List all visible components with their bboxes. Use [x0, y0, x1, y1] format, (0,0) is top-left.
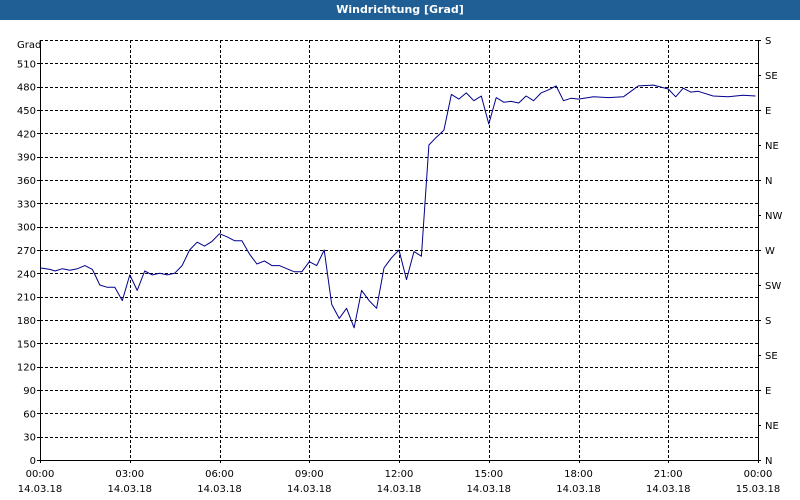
x-tick-date: 15.03.18	[736, 484, 781, 495]
y2-tick-label: E	[765, 386, 771, 397]
y-tick-label: 300	[17, 223, 36, 234]
y-tick-label: 120	[17, 363, 36, 374]
y-tick-label: 30	[23, 433, 36, 444]
y2-tick-label: N	[765, 176, 772, 187]
y2-tick-label: E	[765, 106, 771, 117]
y-tick-label: 480	[17, 83, 36, 94]
x-tick-time: 00:00	[26, 469, 55, 480]
x-tick-date: 14.03.18	[197, 484, 242, 495]
y2-tick-label: S	[765, 316, 771, 327]
y2-tick-label: SW	[765, 281, 781, 292]
y2-tick-label: NE	[765, 421, 779, 432]
y-tick-label: 330	[17, 199, 36, 210]
chart-window: Windrichtung [Grad] Grad 0 30 60 90 120 150 18…	[0, 0, 800, 500]
series	[39, 84, 756, 329]
y-tick-label: 0	[30, 456, 36, 467]
x-tick-time: 18:00	[564, 469, 593, 480]
y-tick-label: 360	[17, 176, 36, 187]
chart-title: Windrichtung [Grad]	[0, 0, 800, 20]
x-tick-date: 14.03.18	[646, 484, 691, 495]
y2-tick-label: NW	[765, 211, 782, 222]
series-line	[39, 84, 756, 329]
y2-tick-label: SE	[765, 351, 778, 362]
x-tick-time: 03:00	[115, 469, 144, 480]
y-axis-label: Grad	[17, 40, 41, 51]
y2-tick-label: W	[765, 246, 775, 257]
y2-tick-label: N	[765, 456, 772, 467]
y2-tick-label: NE	[765, 141, 779, 152]
x-tick-time: 12:00	[385, 469, 414, 480]
y-tick-label: 210	[17, 293, 36, 304]
x-tick-time: 15:00	[474, 469, 503, 480]
x-tick-date: 14.03.18	[466, 484, 511, 495]
x-tick-time: 00:00	[744, 469, 773, 480]
y-tick-labels: 0 30 60 90 120 150 180 210 240 270 300 330 360 390 420…	[17, 59, 36, 467]
y2-tick-label: SE	[765, 71, 778, 82]
y-tick-label: 270	[17, 246, 36, 257]
x-tick-date: 14.03.18	[287, 484, 332, 495]
x-tick-time: 09:00	[295, 469, 324, 480]
y-tick-label: 420	[17, 129, 36, 140]
x-tick-date: 14.03.18	[107, 484, 152, 495]
y-tick-label: 390	[17, 153, 36, 164]
x-tick-date: 14.03.18	[556, 484, 601, 495]
x-tick-time: 21:00	[654, 469, 683, 480]
y2-tick-label: S	[765, 36, 771, 47]
x-tick-labels: 00:00 14.03.18 03:00 14.03.18 06:00 14.03.18 0…	[18, 469, 781, 495]
y-tick-label: 180	[17, 316, 36, 327]
y-tick-label: 60	[23, 409, 36, 420]
y2-tick-labels: N NE E SE S SW W NW N NE E SE S	[765, 36, 782, 467]
y-tick-label: 150	[17, 339, 36, 350]
line-chart: Grad 0 30 60 90 120 150 180 210 240 270 300 330 360 3…	[17, 36, 783, 495]
y-tick-label: 510	[17, 59, 36, 70]
x-tick-date: 14.03.18	[18, 484, 63, 495]
y-tick-label: 90	[23, 386, 36, 397]
y-tick-label: 450	[17, 106, 36, 117]
y-tick-label: 240	[17, 269, 36, 280]
x-tick-time: 06:00	[205, 469, 234, 480]
x-tick-date: 14.03.18	[377, 484, 422, 495]
